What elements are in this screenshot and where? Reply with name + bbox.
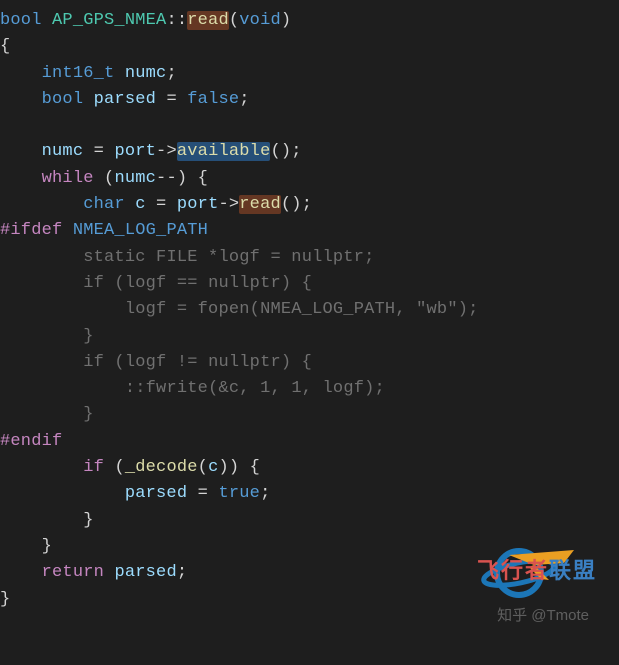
call-decode: _decode: [125, 458, 198, 477]
tok-class-name: AP_GPS_NMEA: [52, 11, 166, 30]
call-read: read: [239, 195, 281, 214]
var-c: c: [135, 195, 145, 214]
var-logf3: logf: [125, 300, 167, 319]
kw-return: return: [42, 563, 104, 582]
nullptr1: nullptr: [291, 248, 364, 267]
call-available: available: [177, 142, 271, 161]
kw-static: static: [83, 248, 145, 267]
tok-return-type: bool: [0, 11, 42, 30]
tok-true: true: [218, 484, 260, 503]
tok-false: false: [187, 90, 239, 109]
endif-kw: #endif: [0, 432, 62, 451]
tok-method-name: read: [187, 11, 229, 30]
tok-void: void: [239, 11, 281, 30]
kw-if3: if: [83, 458, 104, 477]
tok-int16: int16_t: [42, 64, 115, 83]
tok-bool: bool: [42, 90, 84, 109]
field-port: port: [114, 142, 156, 161]
var-logf: logf: [218, 248, 260, 267]
code-editor-content[interactable]: bool AP_GPS_NMEA::read(void) { int16_t n…: [0, 0, 619, 613]
var-numc-use: numc: [42, 142, 84, 161]
num-1a: 1: [260, 379, 270, 398]
var-c3: c: [208, 458, 218, 477]
fopen-mode: "wb": [416, 300, 458, 319]
call-fopen: fopen: [198, 300, 250, 319]
var-logf5: logf: [323, 379, 365, 398]
kw-if2: if: [83, 353, 104, 372]
var-logf4: logf: [125, 353, 167, 372]
var-parsed: parsed: [94, 90, 156, 109]
ifdef-kw: #ifdef: [0, 221, 62, 240]
kw-if1: if: [83, 274, 104, 293]
var-c2: c: [229, 379, 239, 398]
var-parsed2: parsed: [125, 484, 187, 503]
nullptr3: nullptr: [208, 353, 281, 372]
nullptr2: nullptr: [208, 274, 281, 293]
kw-while: while: [42, 169, 94, 188]
var-logf2: logf: [125, 274, 167, 293]
fopen-path: NMEA_LOG_PATH: [260, 300, 395, 319]
call-fwrite: fwrite: [146, 379, 208, 398]
var-parsed3: parsed: [114, 563, 176, 582]
var-numc: numc: [125, 64, 167, 83]
tok-char: char: [83, 195, 125, 214]
var-numc-loop: numc: [114, 169, 156, 188]
ifdef-sym: NMEA_LOG_PATH: [73, 221, 208, 240]
field-port2: port: [177, 195, 219, 214]
type-file: FILE: [156, 248, 198, 267]
num-1b: 1: [291, 379, 301, 398]
